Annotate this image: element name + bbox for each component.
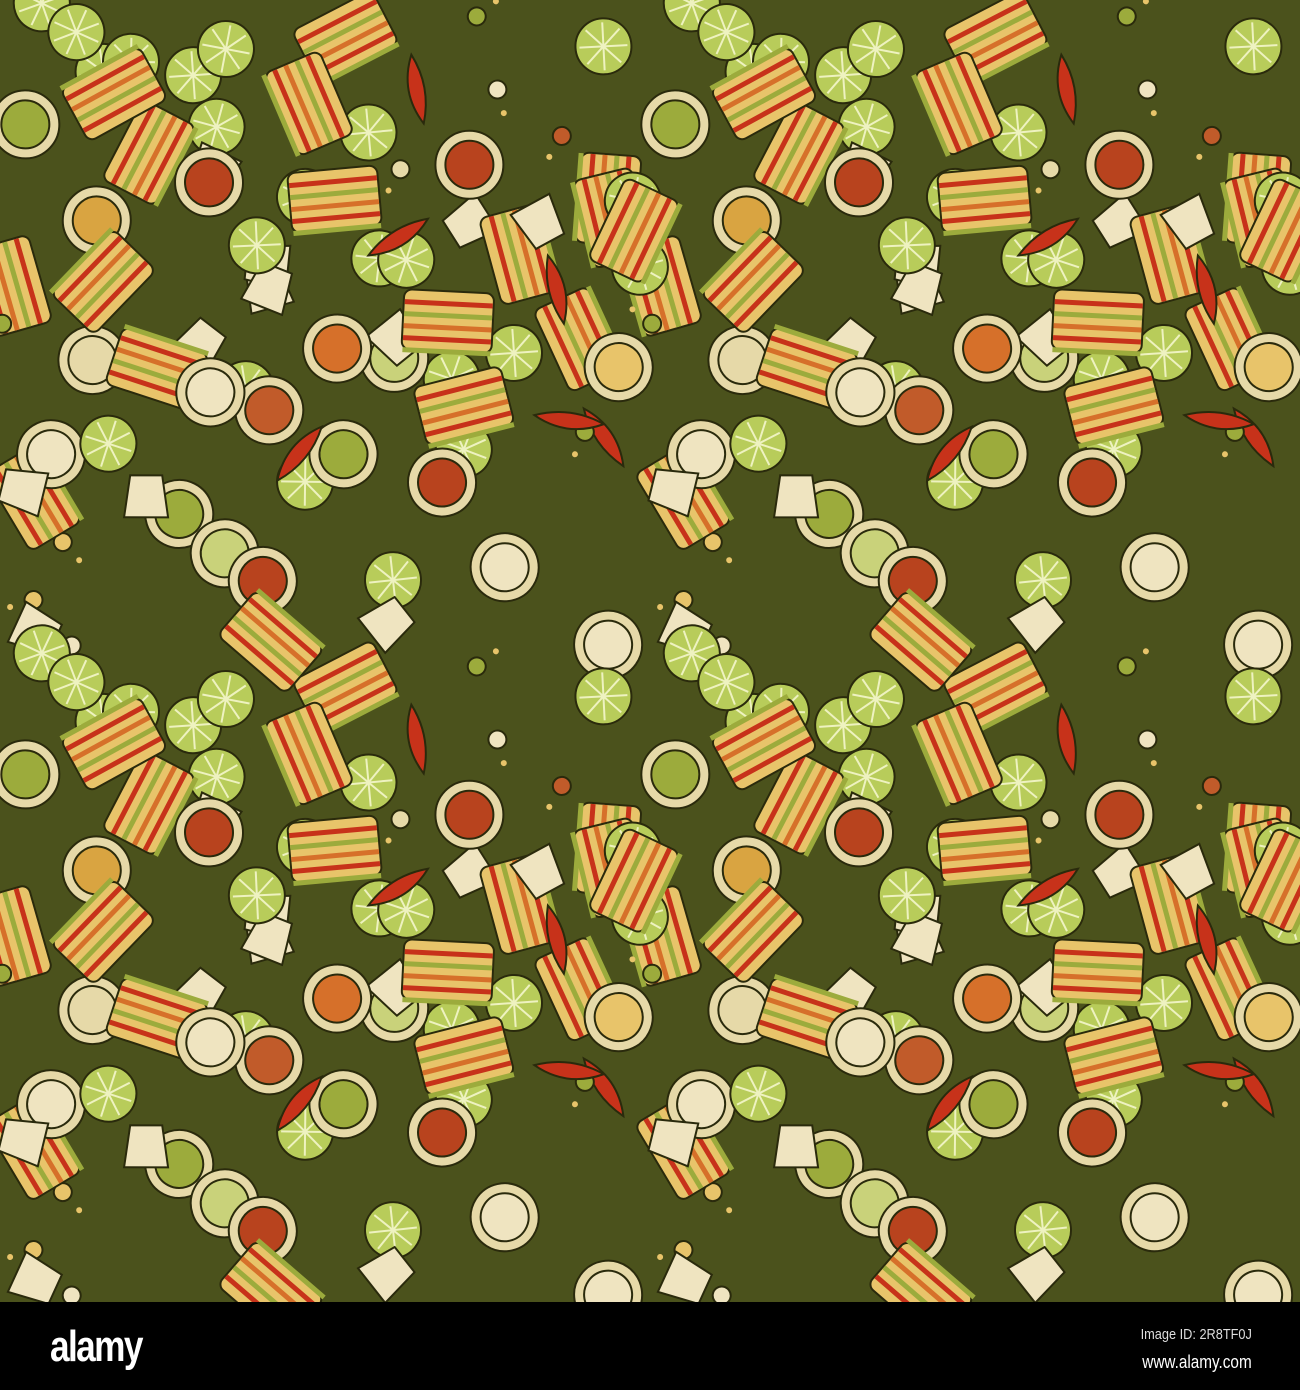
tomato-doodle	[1035, 809, 1061, 844]
burrito-doodle	[0, 89, 61, 160]
poncho-stripes-doodle	[400, 938, 495, 1007]
poncho-stripes-doodle	[49, 877, 154, 983]
soup-bowl-doodle	[227, 866, 286, 925]
burrito-doodle	[469, 1182, 540, 1253]
tomato-doodle	[1196, 125, 1222, 160]
burrito-doodle	[469, 532, 540, 603]
tomato-doodle	[385, 159, 411, 194]
tomato-doodle	[1137, 79, 1158, 117]
poncho-stripes-doodle	[1050, 288, 1145, 357]
poncho-stripes-doodle	[286, 164, 383, 236]
chili-pepper-doodle	[406, 702, 427, 776]
cup-doodle	[122, 474, 170, 519]
soup-bowl-doodle	[227, 216, 286, 275]
tomato-doodle	[487, 79, 508, 117]
soup-bowl-doodle	[877, 216, 936, 275]
tomato-doodle	[466, 0, 499, 27]
burrito-doodle	[1084, 779, 1155, 850]
cup-doodle	[6, 1250, 64, 1302]
tomato-doodle	[1196, 775, 1222, 810]
poncho-stripes-doodle	[286, 814, 383, 886]
tomato-doodle	[1035, 159, 1061, 194]
cup-doodle	[772, 474, 820, 519]
site-url: www.alamy.com	[1142, 1352, 1252, 1372]
watermark-bar: alamy Image ID: 2R8TF0J www.alamy.com	[0, 1302, 1300, 1390]
cup-doodle	[772, 1124, 820, 1169]
poncho-stripes-doodle	[699, 877, 804, 983]
tomato-doodle	[466, 648, 499, 677]
tomato-doodle	[546, 125, 572, 160]
tomato-doodle	[711, 1285, 732, 1302]
poncho-stripes-doodle	[936, 814, 1033, 886]
food-doodle-pattern	[0, 0, 1300, 1302]
image-id: Image ID: 2R8TF0J	[1140, 1326, 1252, 1343]
soup-bowl-doodle	[877, 866, 936, 925]
burrito-doodle	[0, 739, 61, 810]
burrito-doodle	[640, 739, 711, 810]
tomato-doodle	[487, 729, 508, 767]
burrito-doodle	[1223, 1259, 1294, 1302]
poncho-stripes-doodle	[936, 164, 1033, 236]
burrito-doodle	[434, 779, 505, 850]
tomato-doodle	[61, 1285, 82, 1302]
tomato-doodle	[1137, 729, 1158, 767]
poncho-stripes-doodle	[49, 227, 154, 333]
cup-doodle	[656, 1250, 714, 1302]
burrito-doodle	[1119, 532, 1190, 603]
burrito-doodle	[640, 89, 711, 160]
burrito-doodle	[1084, 129, 1155, 200]
chili-pepper-doodle	[1056, 52, 1077, 126]
chili-pepper-doodle	[406, 52, 427, 126]
tomato-doodle	[385, 809, 411, 844]
soup-bowl-doodle	[574, 17, 633, 76]
burrito-doodle	[434, 129, 505, 200]
cup-doodle	[122, 1124, 170, 1169]
poncho-stripes-doodle	[699, 227, 804, 333]
tomato-doodle	[546, 775, 572, 810]
poncho-stripes-doodle	[400, 288, 495, 357]
burrito-doodle	[573, 1259, 644, 1302]
tomato-doodle	[1116, 648, 1149, 677]
poncho-stripes-doodle	[1050, 938, 1145, 1007]
soup-bowl-doodle	[1224, 17, 1283, 76]
burrito-doodle	[1119, 1182, 1190, 1253]
tomato-doodle	[1116, 0, 1149, 27]
alamy-logo: alamy	[50, 1322, 143, 1371]
chili-pepper-doodle	[1056, 702, 1077, 776]
